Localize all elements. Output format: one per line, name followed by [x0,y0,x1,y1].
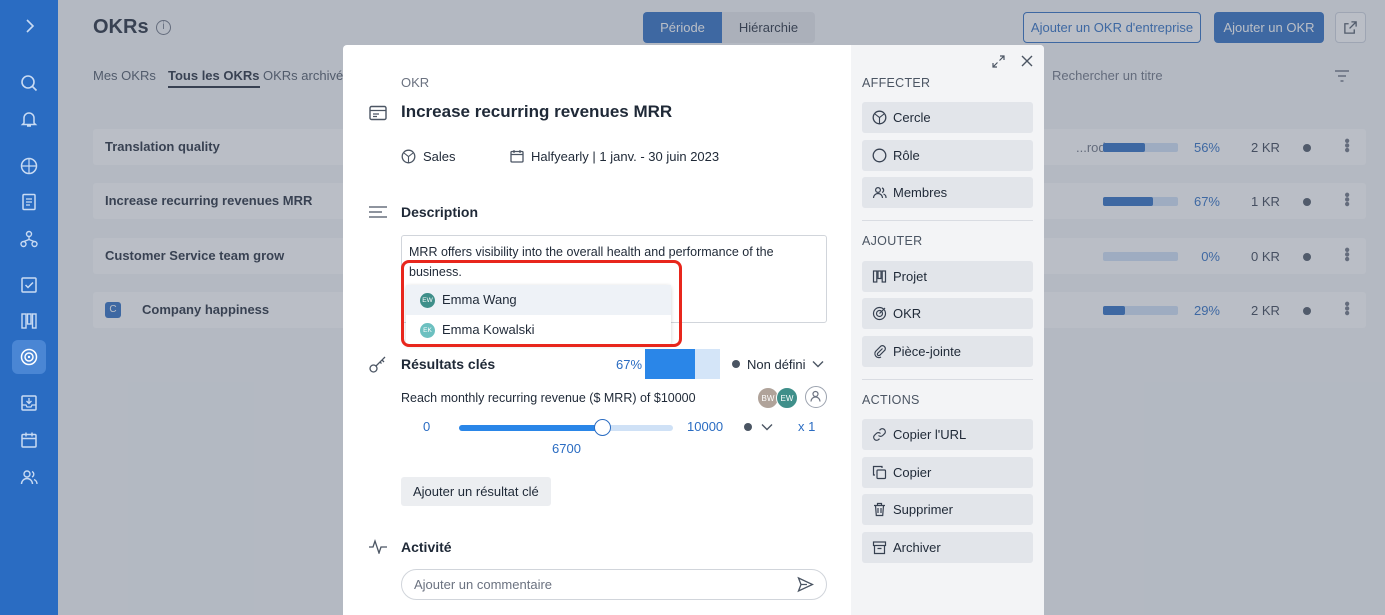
circle-icon [401,149,416,164]
expand-icon[interactable] [992,55,1005,68]
key-results-heading: Résultats clés [401,356,496,372]
okr-title[interactable]: Increase recurring revenues MRR [401,102,672,122]
inbox-icon[interactable] [19,393,39,413]
paperclip-icon [872,344,887,359]
mention-option-name: Emma Wang [442,292,517,307]
divider [862,379,1033,380]
copy-url-label: Copier l'URL [893,427,967,442]
kr-start-value[interactable]: 0 [423,419,430,434]
delete-label: Supprimer [893,502,953,517]
mention-option[interactable]: EW Emma Wang [406,285,671,315]
avatar: EW [420,293,435,308]
key-result-title[interactable]: Reach monthly recurring revenue ($ MRR) … [401,391,696,405]
add-project-label: Projet [893,269,927,284]
archive-label: Archiver [893,540,941,555]
okr-card-icon [369,105,387,121]
trash-icon [872,502,887,517]
app-rail [0,0,58,615]
close-icon[interactable] [1021,55,1033,67]
target-icon [872,306,887,321]
status-dot[interactable] [744,423,752,431]
add-user-icon[interactable] [805,386,827,408]
copy-url-button[interactable]: Copier l'URL [862,419,1033,450]
calendar-icon[interactable] [19,430,39,450]
avatar: EW [776,387,798,409]
archive-button[interactable]: Archiver [862,532,1033,563]
comment-input[interactable]: Ajouter un commentaire [401,569,827,600]
document-icon[interactable] [19,192,39,212]
key-icon [369,355,387,373]
mention-option[interactable]: EK Emma Kowalski [406,315,671,345]
add-heading: AJOUTER [862,234,923,248]
task-icon[interactable] [19,275,39,295]
archive-icon [872,540,887,555]
status-dot [732,360,740,368]
add-okr-label: OKR [893,306,922,321]
okr-circle[interactable]: Sales [423,149,456,164]
description-text: MRR offers visibility into the overall h… [409,245,774,279]
kr-weight[interactable]: x 1 [798,419,815,434]
board-icon[interactable] [19,311,39,331]
send-icon[interactable] [797,576,814,593]
assign-members-button[interactable]: Membres [862,177,1033,208]
copy-icon [872,465,887,480]
people-icon [872,185,887,200]
copy-label: Copier [893,465,932,480]
kr-slider[interactable] [459,425,673,431]
assign-members-label: Membres [893,185,948,200]
kr-progress-pct: 67% [616,357,643,372]
avatar: EK [420,323,435,338]
assign-heading: AFFECTER [862,76,931,90]
copy-button[interactable]: Copier [862,457,1033,488]
assign-role-button[interactable]: Rôle [862,140,1033,171]
mention-dropdown: EW Emma Wang EK Emma Kowalski [406,285,671,345]
chevron-down-icon[interactable] [761,423,773,431]
assign-role-label: Rôle [893,148,920,163]
actions-heading: ACTIONS [862,393,920,407]
activity-icon [369,538,387,554]
people-icon[interactable] [19,467,39,487]
board-icon [872,269,887,284]
calendar-icon [510,149,524,163]
org-icon[interactable] [19,229,39,249]
okr-period[interactable]: Halfyearly | 1 janv. - 30 juin 2023 [531,149,719,164]
dashboard-icon[interactable] [19,156,39,176]
assign-circle-label: Cercle [893,110,931,125]
activity-heading: Activité [401,539,452,555]
add-attachment-button[interactable]: Pièce-jointe [862,336,1033,367]
circle-icon [872,110,887,125]
role-icon [872,148,887,163]
chevron-right-icon[interactable] [19,16,39,36]
link-icon [872,427,887,442]
bell-icon[interactable] [19,109,39,129]
add-key-result-button[interactable]: Ajouter un résultat clé [401,477,551,506]
divider [862,220,1033,221]
kr-slider-handle[interactable] [594,419,612,436]
chevron-down-icon[interactable] [812,360,824,368]
add-okr-button[interactable]: OKR [862,298,1033,329]
status-label: Non défini [747,357,806,372]
modal-sidebar: AFFECTER Cercle Rôle Membres AJOUTER Pro… [851,45,1044,615]
delete-button[interactable]: Supprimer [862,494,1033,525]
description-icon [369,206,387,218]
description-heading: Description [401,204,479,220]
assign-circle-button[interactable]: Cercle [862,102,1033,133]
kr-progress-bar [645,349,720,379]
search-icon[interactable] [19,73,39,93]
add-project-button[interactable]: Projet [862,261,1033,292]
okr-detail-modal: OKR Increase recurring revenues MRR Sale… [343,45,1044,615]
okr-type-label: OKR [401,75,430,90]
status-dropdown[interactable]: Non défini [732,357,806,372]
mention-option-name: Emma Kowalski [442,322,535,337]
kr-target-value[interactable]: 10000 [687,419,723,434]
target-icon[interactable] [19,347,39,367]
kr-current-value[interactable]: 6700 [552,441,581,456]
add-attachment-label: Pièce-jointe [893,344,961,359]
